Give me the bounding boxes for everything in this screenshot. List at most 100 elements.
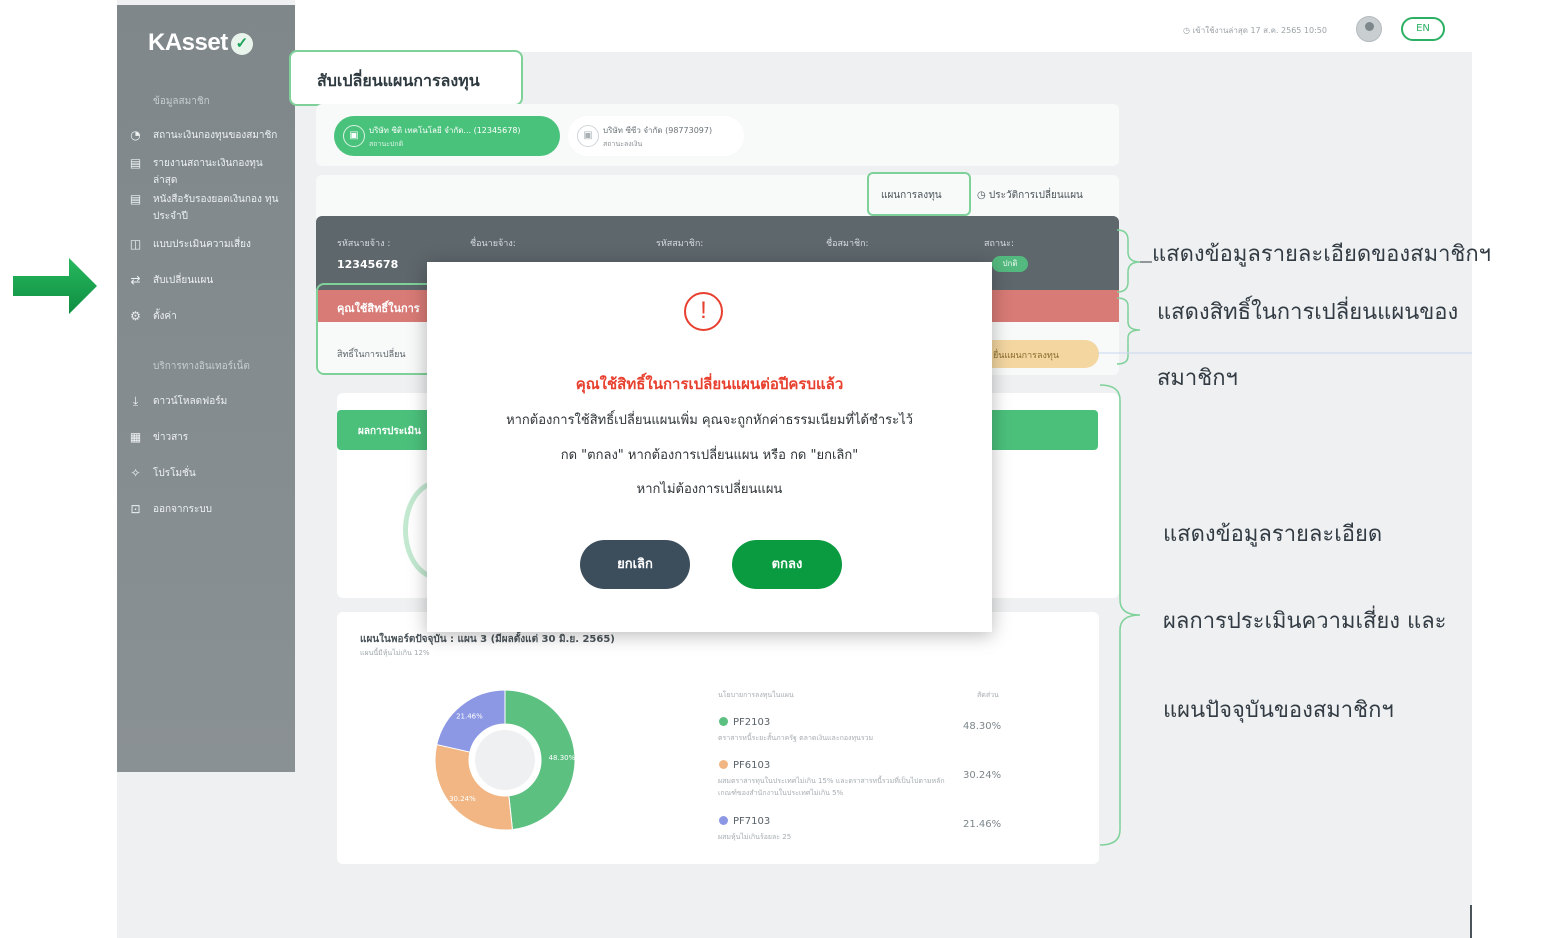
legend-item: PF7103 (719, 816, 770, 827)
sidebar-item-promotion[interactable]: ✧ โปรโมชั่น (127, 465, 287, 482)
sidebar-item-download-form[interactable]: ⤓ ดาวน์โหลดฟอร์ม (127, 393, 287, 410)
ok-button[interactable]: ตกลง (732, 540, 842, 589)
fund-percentage: 21.46% (963, 819, 1002, 830)
building-icon: ▣ (577, 125, 599, 147)
sidebar-item-news[interactable]: ▦ ข่าวสาร (127, 429, 287, 446)
annotation-rights-line2: สมาชิกฯ (1157, 366, 1238, 391)
assessment-result-title: ผลการประเมิน (358, 426, 421, 437)
company-name: บริษัท ซิติ เทคโนโลยี จำกัด... (12345678… (369, 126, 521, 135)
employer-code-value: 12345678 (337, 258, 399, 271)
sidebar-item-annual-certificate[interactable]: ▤ หนังสือรับรองยอดเงินกอง ทุนประจำปี (127, 191, 287, 225)
legend-item: PF2103 (719, 717, 770, 728)
tab-change-history[interactable]: ◷ ประวัติการเปลี่ยนแผน (977, 188, 1083, 203)
sidebar: KAsset ✓ ข้อมูลสมาชิก ◔ สถานะเงินกองทุนขอ… (117, 5, 295, 772)
megaphone-icon: ✧ (130, 466, 141, 480)
portfolio-subtitle: แผนนี้มีหุ้นไม่เกิน 12% (360, 649, 430, 657)
employer-name-label: ชื่อนายจ้าง: (470, 239, 516, 249)
company-status: สถานะลงเงิน (603, 140, 643, 148)
sidebar-item-switch-plan[interactable]: ⇄ สับเปลี่ยนแผน (127, 272, 287, 289)
tab-investment-plan-label: แผนการลงทุน (881, 190, 942, 201)
language-toggle-button[interactable]: EN (1401, 17, 1445, 41)
news-icon: ▦ (129, 430, 142, 444)
pie-label-pf7103: 21.46% (456, 712, 483, 720)
employer-code-label: รหัสนายจ้าง : (337, 239, 391, 249)
company-name: บริษัท ซีซีว จำกัด (98773097) (603, 126, 713, 135)
fund-percentage: 30.24% (963, 770, 1002, 781)
sidebar-item-label: หนังสือรับรองยอดเงินกอง ทุนประจำปี (153, 194, 279, 222)
last-login-text: ◷ เข้าใช้งานล่าสุด 17 ส.ค. 2565 10:50 (1183, 26, 1327, 35)
status-badge: ปกติ (992, 256, 1028, 272)
annotation-result-line3: แผนปัจจุบันของสมาชิกฯ (1163, 698, 1394, 723)
member-name-label: ชื่อสมาชิก: (826, 239, 869, 249)
fund-code: PF6103 (733, 760, 771, 771)
avatar[interactable] (1356, 16, 1382, 42)
warning-icon: ! (684, 292, 723, 331)
fund-percentage: 48.30% (963, 721, 1002, 732)
sidebar-item-label: ตั้งค่า (153, 311, 177, 322)
pie-label-pf6103: 30.24% (449, 795, 476, 803)
assessment-icon: ◫ (129, 237, 142, 251)
lock-icon: ⊡ (130, 502, 141, 516)
screenshot-root: { "sidebar": { "logo": "KAsset", "logo_m… (0, 0, 1546, 938)
fund-code: PF2103 (733, 717, 771, 728)
legend-header-ratio: สัดส่วน (977, 691, 999, 699)
tab-investment-plan[interactable]: แผนการลงทุน (867, 172, 971, 216)
change-plan-button[interactable]: ยื่นแผนการลงทุน (975, 340, 1099, 368)
legend-dot (719, 717, 728, 726)
sidebar-item-latest-report[interactable]: ▤ รายงานสถานะเงินกองทุน ล่าสุด (127, 155, 287, 189)
legend-item: PF6103 (719, 760, 770, 771)
last-login-value: เข้าใช้งานล่าสุด 17 ส.ค. 2565 10:50 (1192, 26, 1327, 35)
rights-highlight-box (316, 283, 436, 375)
kasset-logo[interactable]: KAsset ✓ (148, 29, 253, 57)
member-code-label: รหัสสมาชิก: (656, 239, 704, 249)
company-pill-inactive[interactable]: ▣ บริษัท ซีซีว จำกัด (98773097) สถานะลงเ… (568, 116, 744, 156)
gear-icon: ⚙ (130, 309, 141, 323)
tab-change-history-label: ประวัติการเปลี่ยนแผน (988, 190, 1083, 201)
fund-description: ผสมตราสารทุนในประเทศไม่เกิน 15% และตราสา… (718, 777, 945, 797)
dialog-message-line: กด "ตกลง" หากต้องการเปลี่ยนแผน หรือ กด "… (560, 448, 859, 463)
annotation-member-detail: แสดงข้อมูลรายละเอียดของสมาชิกฯ (1152, 242, 1492, 267)
sidebar-item-settings[interactable]: ⚙ ตั้งค่า (127, 308, 287, 325)
legend-dot (719, 760, 728, 769)
dialog-message-line: หากไม่ต้องการเปลี่ยนแผน (636, 482, 783, 497)
sidebar-section-online: บริการทางอินเทอร์เน็ต (153, 361, 250, 372)
sidebar-item-label: รายงานสถานะเงินกองทุน ล่าสุด (153, 158, 263, 186)
logo-text: KAsset (148, 29, 228, 56)
dialog-message-line: หากต้องการใช้สิทธิ์เปลี่ยนแผนเพิ่ม คุณจะ… (506, 413, 913, 428)
company-pill-active[interactable]: ▣ บริษัท ซิติ เทคโนโลยี จำกัด... (123456… (334, 116, 560, 156)
sidebar-item-label: โปรโมชั่น (153, 468, 196, 479)
sidebar-item-label: ดาวน์โหลดฟอร์ม (153, 396, 228, 407)
dialog-title: คุณใช้สิทธิ์ในการเปลี่ยนแผนต่อปีครบแล้ว (575, 375, 844, 393)
report-icon: ▤ (129, 156, 142, 170)
logo-check-icon: ✓ (230, 33, 253, 55)
fund-code: PF7103 (733, 816, 771, 827)
annotation-result-line2: ผลการประเมินความเสี่ยง และ (1163, 609, 1447, 634)
legend-dot (719, 816, 728, 825)
portfolio-donut-chart: 48.30% 30.24% 21.46% (434, 689, 576, 831)
sidebar-item-label: ข่าวสาร (153, 432, 189, 443)
company-selector: ▣ บริษัท ซิติ เทคโนโลยี จำกัด... (123456… (316, 104, 1119, 166)
building-icon: ▣ (343, 125, 365, 147)
portfolio-title: แผนในพอร์ตปัจจุบัน : แผน 3 (มีผลตั้งแต่ … (360, 634, 615, 645)
pointer-arrow-icon (13, 258, 97, 314)
sidebar-item-logout[interactable]: ⊡ ออกจากระบบ (127, 501, 287, 518)
annotation-rights-line1: แสดงสิทธิ์ในการเปลี่ยนแผนของ (1157, 300, 1459, 325)
fund-description: ผสมหุ้นไม่เกินร้อยละ 25 (718, 833, 792, 841)
status-label: สถานะ: (984, 239, 1015, 249)
sidebar-section-member: ข้อมูลสมาชิก (153, 96, 210, 107)
company-status: สถานะปกติ (369, 140, 404, 148)
sidebar-item-label: ออกจากระบบ (153, 504, 213, 515)
sidebar-item-risk-assessment[interactable]: ◫ แบบประเมินความเสี่ยง (127, 236, 287, 253)
sidebar-item-fund-status[interactable]: ◔ สถานะเงินกองทุนของสมาชิก (127, 127, 287, 144)
edge-marker (1470, 905, 1472, 938)
donut-hole (475, 730, 535, 790)
pie-label-pf2103: 48.30% (549, 754, 576, 762)
cancel-button[interactable]: ยกเลิก (580, 540, 690, 589)
certificate-icon: ▤ (129, 192, 142, 206)
clock-icon: ◷ (977, 190, 986, 201)
page-title: สับเปลี่ยนแผนการลงทุน (289, 50, 523, 106)
switch-plan-icon: ⇄ (130, 273, 141, 287)
sidebar-item-label: สับเปลี่ยนแผน (153, 275, 214, 286)
legend-header: นโยบายการลงทุนในแผน (718, 691, 794, 699)
annotation-result-line1: แสดงข้อมูลรายละเอียด (1163, 522, 1383, 547)
